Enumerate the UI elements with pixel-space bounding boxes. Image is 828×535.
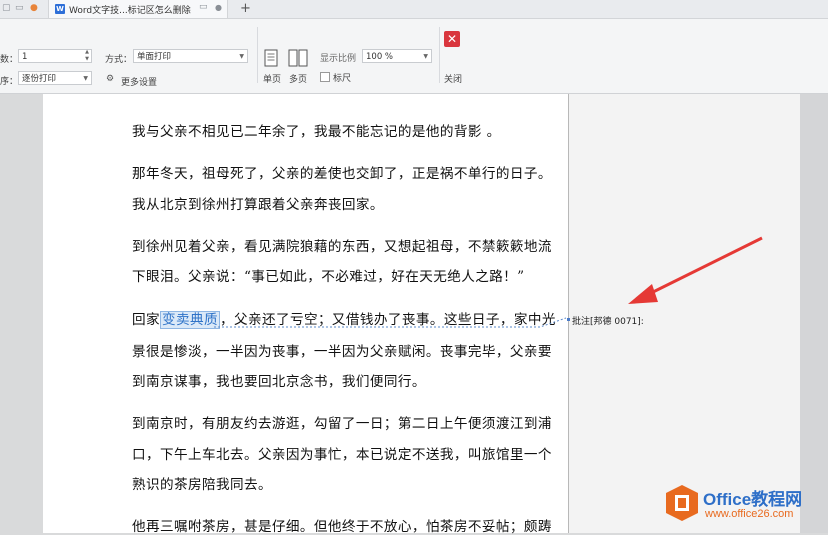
office-logo-icon — [666, 485, 698, 521]
brand-url: www.office26.com — [705, 508, 794, 520]
watermark-logo: Office教程网 www.office26.com — [665, 482, 828, 528]
comment-anchor — [567, 318, 570, 321]
comment-connector — [214, 236, 763, 328]
brand-name: Office教程网 — [703, 490, 803, 509]
comment-balloon[interactable]: 批注[邦德 0071]: — [572, 314, 644, 327]
